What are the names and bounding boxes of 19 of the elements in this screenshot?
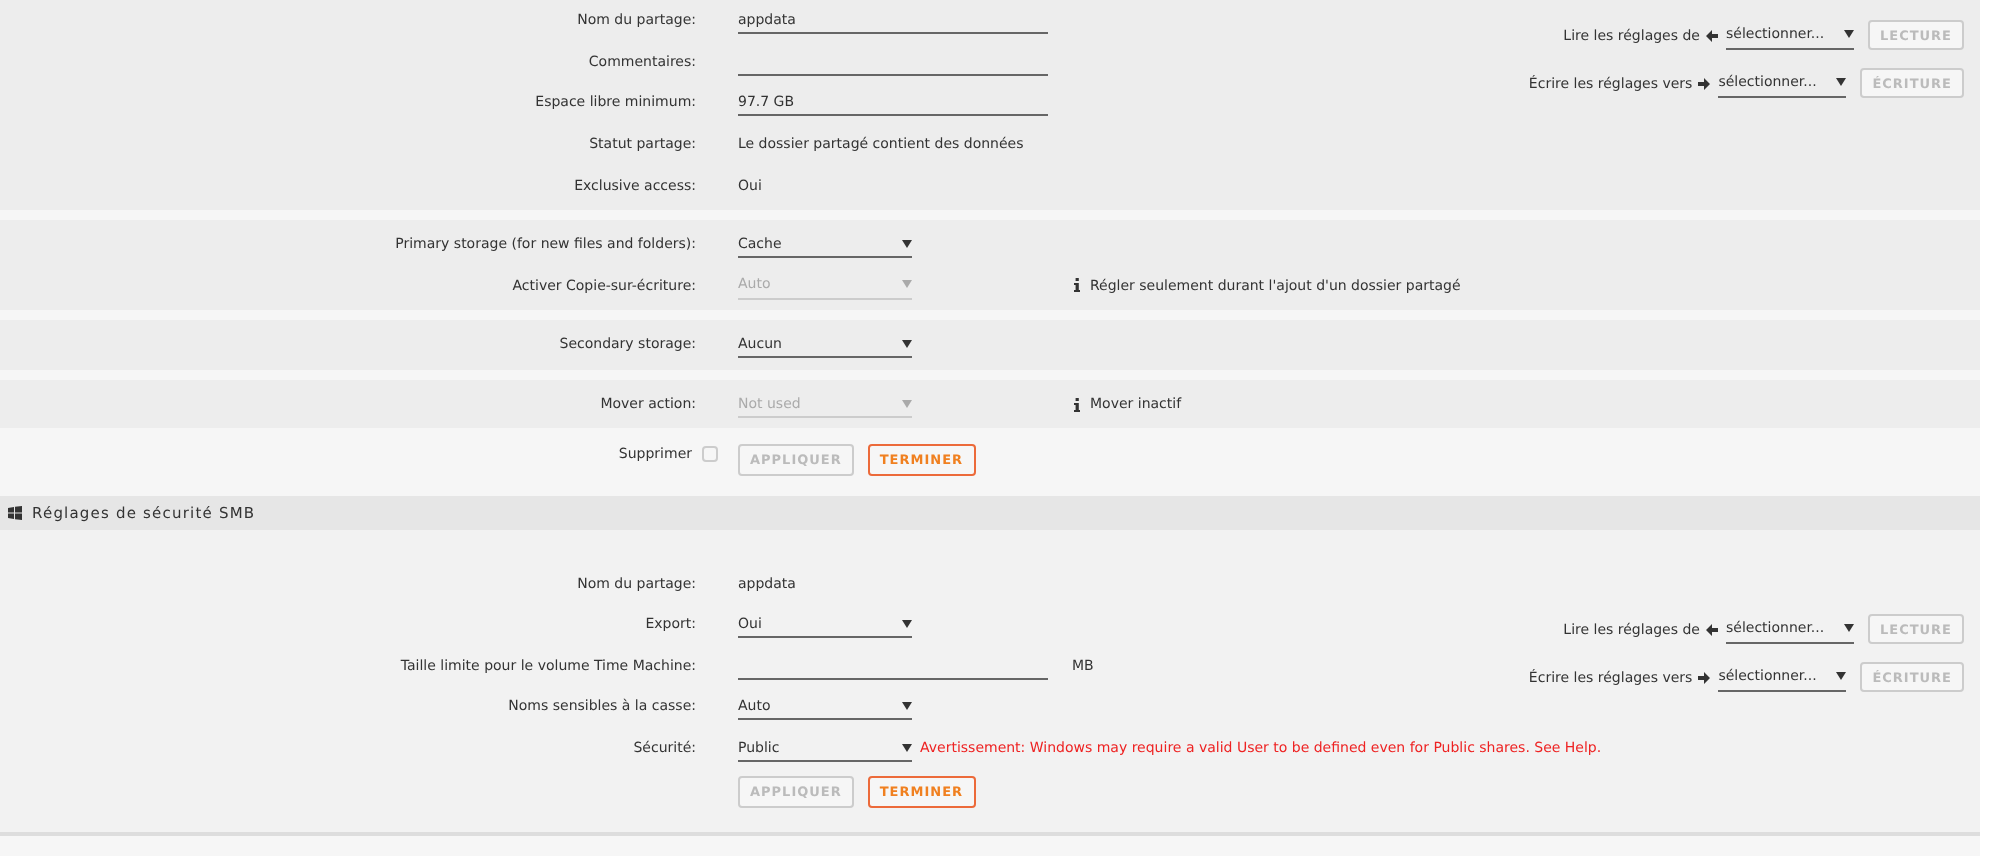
caret-icon: [902, 619, 912, 628]
arrow-right-icon: [1698, 77, 1711, 89]
caret-icon: [1836, 78, 1847, 86]
arrow-left-icon: [1705, 623, 1718, 636]
caret-icon: [902, 701, 912, 710]
caret-icon: [902, 399, 912, 408]
caret-icon: [902, 239, 912, 248]
caret-icon: [902, 339, 912, 348]
windows-icon: [8, 506, 22, 521]
arrow-left-icon: [1705, 29, 1718, 41]
delete-checkbox[interactable]: [702, 446, 718, 463]
info-icon: [1074, 278, 1080, 293]
arrow-right-icon: [1698, 671, 1711, 684]
caret-icon: [902, 743, 912, 752]
caret-icon: [1843, 30, 1854, 38]
caret-icon: [1836, 672, 1847, 681]
caret-icon: [1843, 624, 1854, 633]
caret-icon: [902, 280, 912, 289]
info-icon: [1074, 397, 1080, 412]
